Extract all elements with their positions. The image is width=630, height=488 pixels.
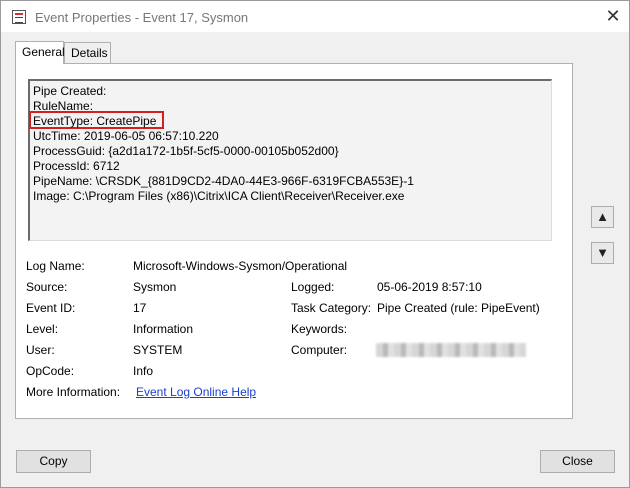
event-text-line: EventType: CreatePipe <box>33 114 157 128</box>
event-text-line: PipeName: \CRSDK_{881D9CD2-4DA0-44E3-966… <box>33 174 414 188</box>
event-log-online-help-link[interactable]: Event Log Online Help <box>136 385 256 399</box>
event-text-line: UtcTime: 2019-06-05 06:57:10.220 <box>33 129 219 143</box>
user-value: SYSTEM <box>133 343 183 357</box>
user-label: User: <box>26 343 55 357</box>
keywords-label: Keywords: <box>291 322 348 336</box>
event-text-line: Pipe Created: <box>33 84 107 98</box>
task-category-label: Task Category: <box>291 301 372 315</box>
arrow-up-icon: ▲ <box>596 209 609 224</box>
copy-button[interactable]: Copy <box>16 450 91 473</box>
event-text-line: Image: C:\Program Files (x86)\Citrix\ICA… <box>33 189 405 203</box>
log-name-value: Microsoft-Windows-Sysmon/Operational <box>133 259 348 273</box>
opcode-label: OpCode: <box>26 364 75 378</box>
arrow-down-icon: ▼ <box>596 245 609 260</box>
title-bar: Event Properties - Event 17, Sysmon ✕ <box>1 1 629 32</box>
event-properties-window: Event Properties - Event 17, Sysmon ✕ Ge… <box>0 0 630 488</box>
event-id-value: 17 <box>133 301 147 315</box>
level-label: Level: <box>26 322 59 336</box>
close-icon[interactable]: ✕ <box>601 4 625 28</box>
logged-label: Logged: <box>291 280 335 294</box>
tab-general[interactable]: General <box>15 41 65 64</box>
opcode-value: Info <box>133 364 154 378</box>
close-button[interactable]: Close <box>540 450 615 473</box>
previous-event-button[interactable]: ▲ <box>591 206 614 228</box>
event-viewer-icon <box>12 10 26 24</box>
task-category-value: Pipe Created (rule: PipeEvent) <box>377 301 540 315</box>
logged-value: 05-06-2019 8:57:10 <box>377 280 482 294</box>
general-tab-panel: Pipe Created: RuleName: EventType: Creat… <box>15 63 573 419</box>
log-name-label: Log Name: <box>26 259 85 273</box>
computer-label: Computer: <box>291 343 348 357</box>
next-event-button[interactable]: ▼ <box>591 242 614 264</box>
window-title: Event Properties - Event 17, Sysmon <box>35 10 249 25</box>
computer-value-redacted <box>376 343 526 357</box>
event-text-line: ProcessId: 6712 <box>33 159 120 173</box>
source-label: Source: <box>26 280 68 294</box>
event-id-label: Event ID: <box>26 301 76 315</box>
source-value: Sysmon <box>133 280 177 294</box>
more-info-label: More Information: <box>26 385 121 399</box>
tab-details[interactable]: Details <box>64 42 111 63</box>
event-description-box[interactable]: Pipe Created: RuleName: EventType: Creat… <box>28 79 552 241</box>
level-value: Information <box>133 322 194 336</box>
event-text-line: ProcessGuid: {a2d1a172-1b5f-5cf5-0000-00… <box>33 144 339 158</box>
